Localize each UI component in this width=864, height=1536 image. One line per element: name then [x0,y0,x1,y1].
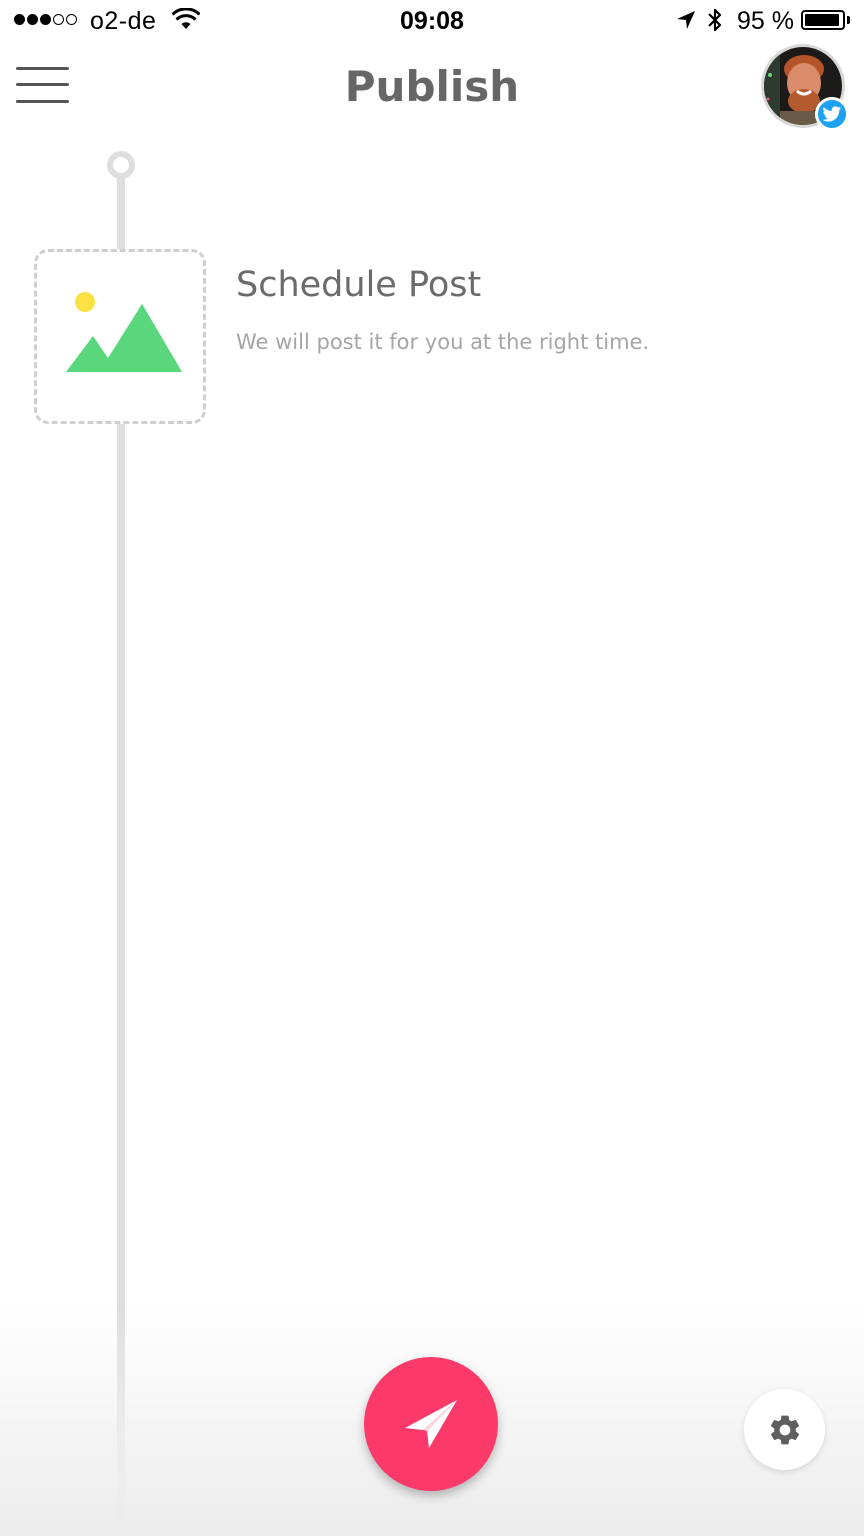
status-time: 09:08 [400,7,464,35]
battery-tip [847,16,850,24]
send-button[interactable] [364,1357,498,1491]
post-title: Schedule Post [236,265,482,305]
paper-plane-icon [405,1400,457,1448]
status-bar: o2-de 09:08 95 % [0,0,864,42]
settings-button[interactable] [744,1389,825,1470]
bluetooth-icon [708,8,722,32]
timeline-start-node [107,151,135,179]
post-subtitle: We will post it for you at the right tim… [236,330,650,354]
battery-icon [801,10,845,30]
battery-level [805,14,840,26]
battery-percent: 95 % [737,7,794,35]
gear-icon [770,1415,799,1444]
twitter-icon [815,97,849,131]
page-title: Publish [344,62,520,111]
post-image-placeholder[interactable] [34,249,206,424]
location-arrow-icon [677,11,695,29]
image-placeholder-icon [66,292,182,372]
